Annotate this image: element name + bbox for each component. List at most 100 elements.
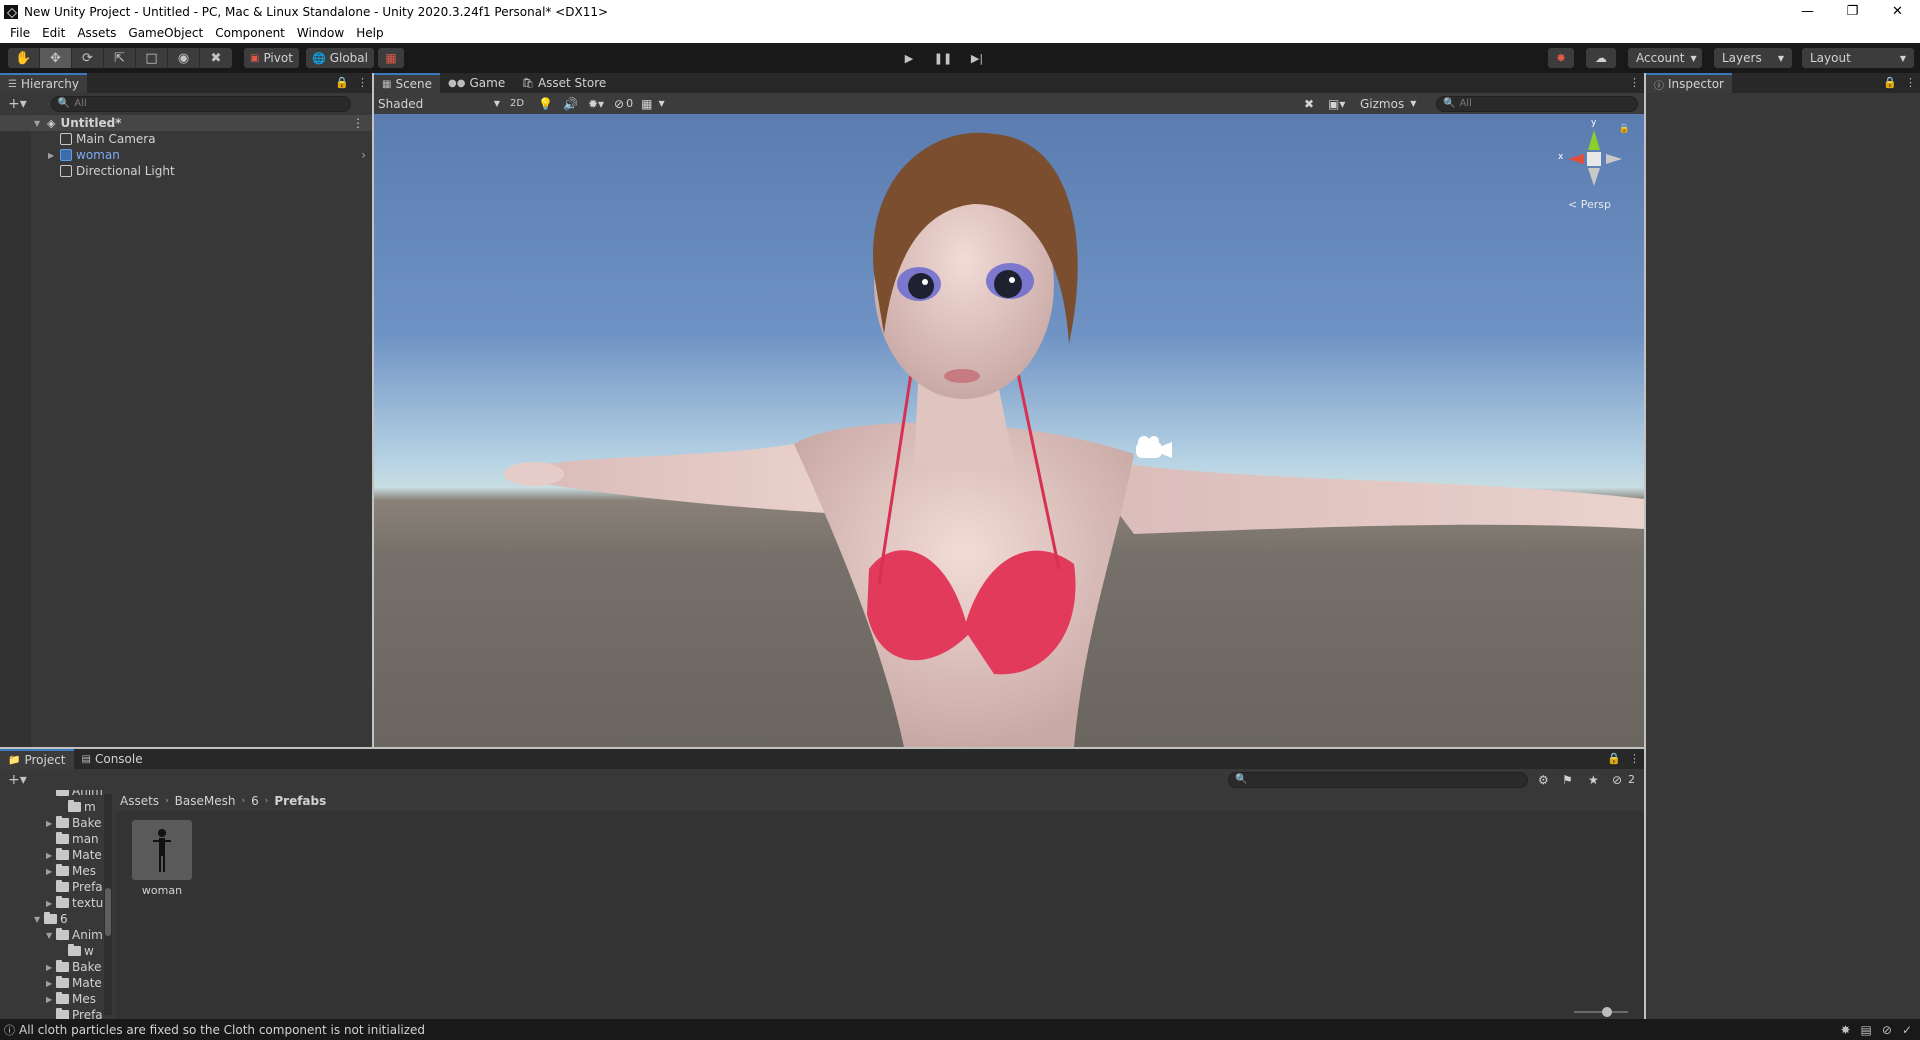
more-menu-icon[interactable]: ⋮ xyxy=(1905,76,1916,89)
tools-icon[interactable]: ✖ xyxy=(1304,97,1314,111)
global-toggle[interactable]: 🌐 Global xyxy=(306,48,374,68)
collapsed-arrow-icon[interactable]: ▶ xyxy=(46,995,56,1004)
add-create-icon[interactable]: +▾ xyxy=(8,772,27,788)
play-icon[interactable]: ▶ xyxy=(893,48,925,68)
hand-tool-icon[interactable]: ✋ xyxy=(8,48,40,68)
tab-hierarchy[interactable]: ☰ Hierarchy xyxy=(0,73,87,93)
collab-button[interactable]: ✸ xyxy=(1548,48,1574,68)
tab-asset-store[interactable]: 🛍 Asset Store xyxy=(513,73,614,93)
filter-by-type-icon[interactable]: ⚙ xyxy=(1538,773,1549,787)
progress-check-icon[interactable]: ✓ xyxy=(1902,1023,1912,1037)
grid-toggle-icon[interactable]: ▦ xyxy=(641,97,652,111)
hierarchy-item-main-camera[interactable]: Main Camera xyxy=(0,131,372,147)
hidden-packages-icon[interactable]: ⊘ xyxy=(1612,773,1622,787)
expanded-arrow-icon[interactable]: ▼ xyxy=(34,915,44,924)
caret-down-icon[interactable]: ▼ xyxy=(658,99,664,108)
project-search-input[interactable]: 🔍 xyxy=(1228,771,1528,788)
persp-label[interactable]: < Persp xyxy=(1568,198,1611,211)
tree-item[interactable]: ▼ Anim xyxy=(46,927,103,943)
tab-game[interactable]: ●● Game xyxy=(440,73,513,93)
layers-dropdown[interactable]: Layers ▼ xyxy=(1714,48,1792,68)
menu-assets[interactable]: Assets xyxy=(71,26,122,40)
collapsed-arrow-icon[interactable]: ▶ xyxy=(46,867,56,876)
collapsed-arrow-icon[interactable]: ▶ xyxy=(46,851,56,860)
expanded-arrow-icon[interactable]: ▼ xyxy=(46,931,56,940)
menu-component[interactable]: Component xyxy=(209,26,291,40)
tab-inspector[interactable]: ⓘ Inspector xyxy=(1646,73,1732,93)
lock-icon[interactable]: 🔒 xyxy=(1883,76,1897,89)
lighting-toggle-icon[interactable]: 💡 xyxy=(538,97,553,111)
orientation-gizmo[interactable]: y x 🔒 < Persp xyxy=(1558,118,1630,214)
tree-item[interactable]: ▶ Bake xyxy=(46,815,102,831)
lock-icon[interactable]: 🔒 xyxy=(1619,124,1630,134)
menu-edit[interactable]: Edit xyxy=(36,26,71,40)
tree-item[interactable]: ▶ Mes xyxy=(46,991,96,1007)
menu-file[interactable]: File xyxy=(4,26,36,40)
collapsed-arrow-icon[interactable]: ▶ xyxy=(46,979,56,988)
account-dropdown[interactable]: Account ▼ xyxy=(1628,48,1702,68)
debugger-icon[interactable]: ✸ xyxy=(1840,1023,1850,1037)
tree-item[interactable]: m xyxy=(58,799,96,815)
step-icon[interactable]: ▶| xyxy=(961,48,993,68)
hierarchy-item-directional-light[interactable]: Directional Light xyxy=(0,163,372,179)
collapsed-arrow-icon[interactable]: ▶ xyxy=(46,819,56,828)
close-button[interactable]: ✕ xyxy=(1875,0,1920,23)
scene-viewport[interactable]: y x 🔒 < Persp xyxy=(374,114,1644,747)
gizmos-dropdown[interactable]: Gizmos ▼ xyxy=(1360,97,1416,111)
tree-item[interactable]: Prefa xyxy=(46,879,103,895)
add-create-icon[interactable]: +▾ xyxy=(8,96,27,112)
lock-icon[interactable]: 🔒 xyxy=(335,76,349,89)
more-menu-icon[interactable]: ⋮ xyxy=(1629,752,1640,765)
cloud-button[interactable]: ☁ xyxy=(1586,48,1616,68)
audio-toggle-icon[interactable]: 🔊 xyxy=(563,97,578,111)
effects-toggle-icon[interactable]: ✹▾ xyxy=(588,97,604,111)
hierarchy-item-woman[interactable]: ▶ woman › xyxy=(0,147,372,163)
breadcrumb-6[interactable]: 6 xyxy=(251,794,259,808)
breadcrumb-basemesh[interactable]: BaseMesh xyxy=(175,794,236,808)
collapsed-arrow-icon[interactable]: ▶ xyxy=(48,151,58,160)
tree-item[interactable]: man xyxy=(46,831,99,847)
icon-size-slider-handle[interactable] xyxy=(1602,1007,1612,1017)
rect-tool-icon[interactable]: □ xyxy=(136,48,168,68)
tree-item[interactable]: ▶ Mate xyxy=(46,975,102,991)
transform-tool-icon[interactable]: ◉ xyxy=(168,48,200,68)
menu-help[interactable]: Help xyxy=(350,26,389,40)
icon-size-slider[interactable] xyxy=(1574,1007,1628,1017)
cache-icon[interactable]: ▤ xyxy=(1861,1023,1872,1037)
tree-item[interactable]: ▼ 6 xyxy=(34,911,68,927)
more-menu-icon[interactable]: ⋮ xyxy=(1629,76,1640,89)
restore-button[interactable]: ❐ xyxy=(1830,0,1875,23)
tree-item[interactable]: ▶ Mes xyxy=(46,863,96,879)
custom-tool-icon[interactable]: ✖ xyxy=(200,48,232,68)
lock-icon[interactable]: 🔒 xyxy=(1607,752,1621,765)
menu-window[interactable]: Window xyxy=(291,26,350,40)
favorite-star-icon[interactable]: ★ xyxy=(1588,773,1599,787)
layout-dropdown[interactable]: Layout ▼ xyxy=(1802,48,1914,68)
tree-item[interactable]: Prefa xyxy=(46,1007,103,1019)
chevron-right-icon[interactable]: › xyxy=(361,148,366,162)
auto-generate-lighting-icon[interactable]: ⊘ xyxy=(1882,1023,1892,1037)
camera-gizmo-icon[interactable] xyxy=(1136,436,1172,458)
menu-gameobject[interactable]: GameObject xyxy=(122,26,209,40)
tab-console[interactable]: ▤ Console xyxy=(74,749,151,769)
move-tool-icon[interactable]: ✥ xyxy=(40,48,72,68)
pause-icon[interactable]: ❚❚ xyxy=(927,48,959,68)
scale-tool-icon[interactable]: ⇱ xyxy=(104,48,136,68)
tree-item[interactable]: w xyxy=(58,943,94,959)
rotate-tool-icon[interactable]: ⟳ xyxy=(72,48,104,68)
tree-scrollbar[interactable] xyxy=(104,794,112,1015)
camera-settings-icon[interactable]: ▣▾ xyxy=(1328,97,1345,111)
minimize-button[interactable]: — xyxy=(1785,0,1830,23)
status-message[interactable]: All cloth particles are fixed so the Clo… xyxy=(19,1023,425,1037)
shading-mode-dropdown[interactable]: Shaded ▼ xyxy=(378,96,500,112)
tree-item[interactable]: ▶ Bake xyxy=(46,959,102,975)
tab-scene[interactable]: ▦ Scene xyxy=(374,73,441,93)
hierarchy-search-input[interactable]: 🔍 All xyxy=(50,95,351,112)
scene-row[interactable]: ▼ ◈ Untitled* ⋮ xyxy=(0,115,372,131)
breadcrumb-prefabs[interactable]: Prefabs xyxy=(274,794,326,808)
tree-item[interactable]: ▶ Mate xyxy=(46,847,102,863)
2d-toggle[interactable]: 2D xyxy=(510,98,524,109)
more-menu-icon[interactable]: ⋮ xyxy=(357,76,368,89)
breadcrumb-assets[interactable]: Assets xyxy=(120,794,159,808)
more-menu-icon[interactable]: ⋮ xyxy=(352,116,364,130)
